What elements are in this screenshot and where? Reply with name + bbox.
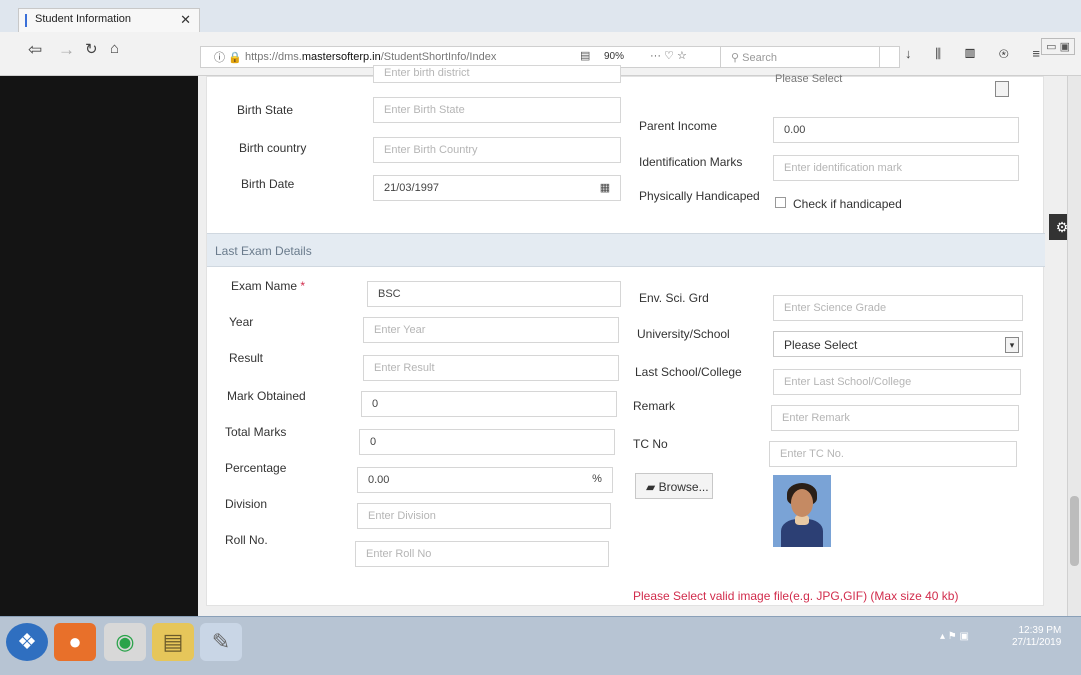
birth-date-field[interactable]: 21/03/1997 ▦ bbox=[373, 175, 621, 201]
form-card: Enter birth district Please Select Birth… bbox=[206, 65, 1045, 606]
parent-income-label: Parent Income bbox=[639, 119, 718, 133]
photo-face bbox=[791, 489, 813, 517]
university-school-select[interactable]: Please Select ▾ bbox=[773, 331, 1023, 357]
tc-no-label: TC No bbox=[633, 437, 668, 451]
percentage-field[interactable]: 0.00 % bbox=[357, 467, 613, 493]
paint-icon[interactable]: ✎ bbox=[200, 623, 242, 661]
total-marks-label: Total Marks bbox=[225, 425, 287, 439]
top-right-select-caret-icon[interactable] bbox=[995, 81, 1009, 97]
roll-no-field[interactable]: Enter Roll No bbox=[355, 541, 609, 567]
env-sci-grade-field[interactable]: Enter Science Grade bbox=[773, 295, 1023, 321]
total-marks-field[interactable]: 0 bbox=[359, 429, 615, 455]
toolbar-icons[interactable]: ↓ ⫼ ▥ ⊛ ≡ bbox=[905, 46, 1050, 62]
division-label: Division bbox=[225, 497, 268, 511]
clock[interactable]: 12:39 PM 27/11/2019 bbox=[1012, 625, 1061, 649]
handicap-checkbox[interactable] bbox=[775, 197, 786, 208]
site-info-icon[interactable]: ⓘ 🔒 bbox=[214, 49, 242, 65]
last-exam-section-header: Last Exam Details bbox=[207, 233, 1045, 267]
university-select-caret-icon[interactable]: ▾ bbox=[1005, 337, 1019, 353]
birth-state-field[interactable]: Enter Birth State bbox=[373, 97, 621, 123]
main-content: Enter birth district Please Select Birth… bbox=[198, 65, 1081, 616]
tc-no-field[interactable]: Enter TC No. bbox=[769, 441, 1017, 467]
reader-view-icon[interactable]: ▤ bbox=[580, 49, 590, 62]
forward-icon[interactable]: → bbox=[58, 40, 75, 60]
calendar-icon[interactable]: ▦ bbox=[590, 176, 620, 200]
reload-icon[interactable]: ↻ bbox=[85, 40, 98, 58]
exam-name-label: Exam Name * bbox=[231, 279, 306, 293]
top-right-select-value[interactable]: Please Select bbox=[775, 73, 842, 85]
last-school-college-label: Last School/College bbox=[635, 365, 742, 379]
system-tray: ▴ ⚑ ▣ 12:39 PM 27/11/2019 bbox=[940, 625, 1061, 648]
file-explorer-icon[interactable]: ▤ bbox=[152, 623, 194, 661]
back-icon[interactable]: ⇦ bbox=[28, 40, 42, 60]
year-label: Year bbox=[229, 315, 254, 329]
search-input[interactable]: ⚲ Search bbox=[720, 46, 880, 68]
folder-icon: ▰ bbox=[646, 480, 659, 494]
birth-country-label: Birth country bbox=[239, 141, 307, 155]
result-field[interactable]: Enter Result bbox=[363, 355, 619, 381]
firefox-icon[interactable]: ● bbox=[54, 623, 96, 661]
percent-addon: % bbox=[592, 473, 602, 485]
tray-icons[interactable]: ▴ ⚑ ▣ bbox=[940, 631, 969, 642]
tab-close-icon[interactable]: ✕ bbox=[180, 12, 191, 28]
student-photo bbox=[773, 475, 831, 547]
url-domain: mastersofterp.in bbox=[301, 51, 381, 63]
handicap-label: Physically Handicaped bbox=[639, 189, 760, 203]
percentage-label: Percentage bbox=[225, 461, 287, 475]
chrome-icon[interactable]: ◉ bbox=[104, 623, 146, 661]
url-prefix: https://dms. bbox=[245, 51, 302, 63]
remark-label: Remark bbox=[633, 399, 676, 413]
search-placeholder: Search bbox=[742, 52, 777, 64]
left-dark-panel bbox=[0, 76, 198, 616]
env-sci-grade-label: Env. Sci. Grd bbox=[639, 291, 709, 305]
browser-tab-strip: Student Information ✕ bbox=[0, 0, 1081, 32]
zoom-level[interactable]: 90% bbox=[604, 51, 624, 62]
start-button-icon[interactable]: ❖ bbox=[6, 623, 48, 661]
scrollbar-thumb[interactable] bbox=[1070, 496, 1079, 566]
home-icon[interactable]: ⌂ bbox=[110, 40, 119, 57]
screen: Student Information ✕ ⇦ → ↻ ⌂ https://dm… bbox=[0, 0, 1081, 675]
mark-obtained-field[interactable]: 0 bbox=[361, 391, 617, 417]
university-school-label: University/School bbox=[637, 327, 730, 341]
windows-taskbar: ❖ ● ◉ ▤ ✎ ▴ ⚑ ▣ 12:39 PM 27/11/2019 bbox=[0, 616, 1081, 675]
tab-loading-indicator bbox=[25, 14, 27, 27]
handicap-checkbox-label: Check if handicaped bbox=[793, 197, 902, 211]
birth-state-label: Birth State bbox=[237, 103, 294, 117]
window-controls[interactable]: ▭ ▣ bbox=[1041, 38, 1075, 55]
last-school-college-field[interactable]: Enter Last School/College bbox=[773, 369, 1021, 395]
page-scrollbar[interactable] bbox=[1067, 76, 1081, 616]
browse-button[interactable]: ▰ Browse... bbox=[635, 473, 713, 499]
birth-date-label: Birth Date bbox=[241, 177, 295, 191]
parent-income-field[interactable]: 0.00 bbox=[773, 117, 1019, 143]
roll-no-label: Roll No. bbox=[225, 533, 268, 547]
result-label: Result bbox=[229, 351, 264, 365]
image-validation-message: Please Select valid image file(e.g. JPG,… bbox=[633, 589, 959, 603]
remark-field[interactable]: Enter Remark bbox=[771, 405, 1019, 431]
tab-title: Student Information bbox=[35, 13, 132, 25]
url-path: /StudentShortInfo/Index bbox=[380, 51, 497, 63]
mark-obtained-label: Mark Obtained bbox=[227, 389, 306, 403]
birth-country-field[interactable]: Enter Birth Country bbox=[373, 137, 621, 163]
birth-district-field[interactable]: Enter birth district bbox=[373, 65, 621, 83]
identification-marks-label: Identification Marks bbox=[639, 155, 743, 169]
identification-marks-field[interactable]: Enter identification mark bbox=[773, 155, 1019, 181]
search-icon: ⚲ bbox=[731, 52, 743, 64]
division-field[interactable]: Enter Division bbox=[357, 503, 611, 529]
year-field[interactable]: Enter Year bbox=[363, 317, 619, 343]
tab-student-information[interactable]: Student Information ✕ bbox=[18, 8, 200, 32]
exam-name-field[interactable]: BSC bbox=[367, 281, 621, 307]
page-actions-icon[interactable]: ··· ♡ ☆ bbox=[650, 49, 687, 62]
